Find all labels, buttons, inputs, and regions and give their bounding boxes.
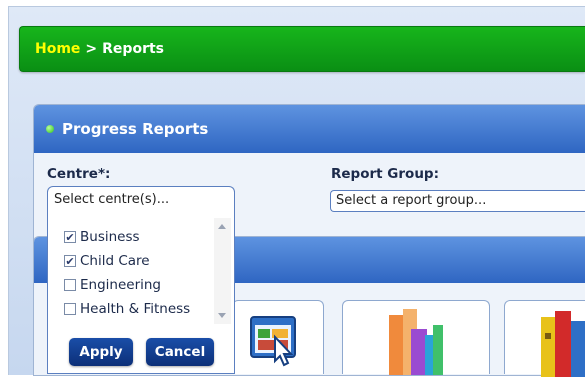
panel-header: Progress Reports [34, 105, 585, 153]
report-group-select[interactable]: Select a report group... [330, 190, 585, 212]
centre-option-business[interactable]: ✔ Business [64, 229, 140, 245]
centre-option-label: Health & Fitness [80, 301, 191, 317]
centre-option-child-care[interactable]: ✔ Child Care [64, 253, 150, 269]
centre-select[interactable]: Select centre(s)... [47, 186, 235, 214]
apply-button[interactable]: Apply [69, 338, 133, 366]
report-window-icon [250, 316, 296, 367]
panel-title: Progress Reports [62, 120, 209, 138]
scroll-up-icon[interactable] [218, 224, 226, 229]
centre-option-label: Engineering [80, 277, 161, 293]
breadcrumb: Home > Reports [19, 26, 585, 72]
checkbox-icon[interactable] [64, 279, 76, 291]
centre-option-label: Child Care [80, 253, 150, 269]
centre-option-label: Business [80, 229, 140, 245]
checkbox-icon[interactable] [64, 303, 76, 315]
centre-option-engineering[interactable]: Engineering [64, 277, 161, 293]
breadcrumb-home-link[interactable]: Home [35, 41, 80, 57]
report-group-placeholder: Select a report group... [336, 193, 487, 208]
status-dot-icon [46, 125, 54, 133]
centre-option-health-fitness[interactable]: Health & Fitness [64, 301, 190, 317]
dropdown-scrollbar[interactable] [214, 218, 231, 324]
cancel-button[interactable]: Cancel [146, 338, 214, 366]
checkbox-checked-icon[interactable]: ✔ [64, 231, 76, 244]
breadcrumb-current: Reports [102, 41, 165, 57]
scroll-down-icon[interactable] [218, 313, 226, 318]
centre-label: Centre*: [47, 166, 111, 182]
checkbox-checked-icon[interactable]: ✔ [64, 255, 76, 268]
books-icon [541, 311, 585, 377]
report-tile-2[interactable] [342, 300, 490, 375]
report-tile-3[interactable] [504, 300, 585, 377]
report-group-label: Report Group: [331, 166, 439, 182]
report-tile-1[interactable] [232, 300, 324, 374]
breadcrumb-separator: > [85, 41, 98, 57]
bar-chart-icon [389, 309, 443, 375]
centre-placeholder: Select centre(s)... [54, 192, 170, 207]
